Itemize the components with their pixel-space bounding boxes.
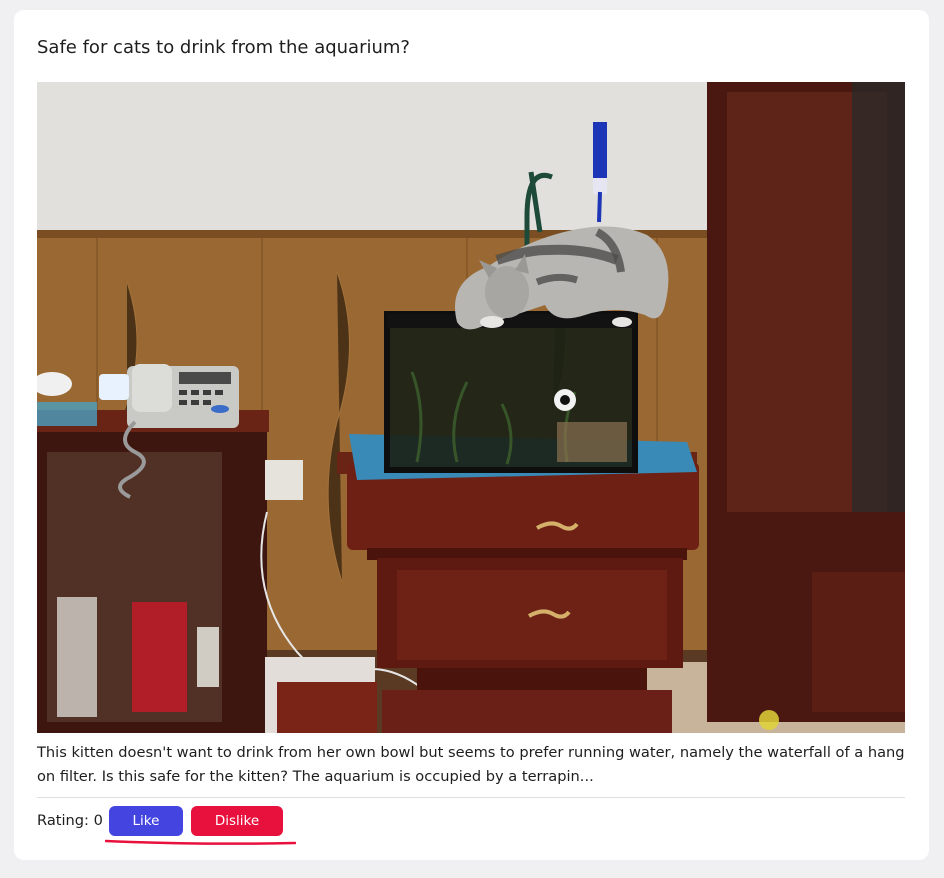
dislike-post-button[interactable]: Dislike post [191, 806, 283, 859]
post-card: Safe for cats to drink from the aquarium… [14, 10, 929, 860]
post-title: Safe for cats to drink from the aquarium… [37, 37, 410, 58]
like-post-button[interactable]: Like post [109, 806, 183, 859]
divider [37, 797, 905, 798]
post-body: This kitten doesn't want to drink from h… [37, 744, 905, 785]
red-underline-annotation [105, 839, 296, 845]
rating-label: Rating: 0 [37, 812, 103, 829]
post-photo [37, 82, 905, 733]
